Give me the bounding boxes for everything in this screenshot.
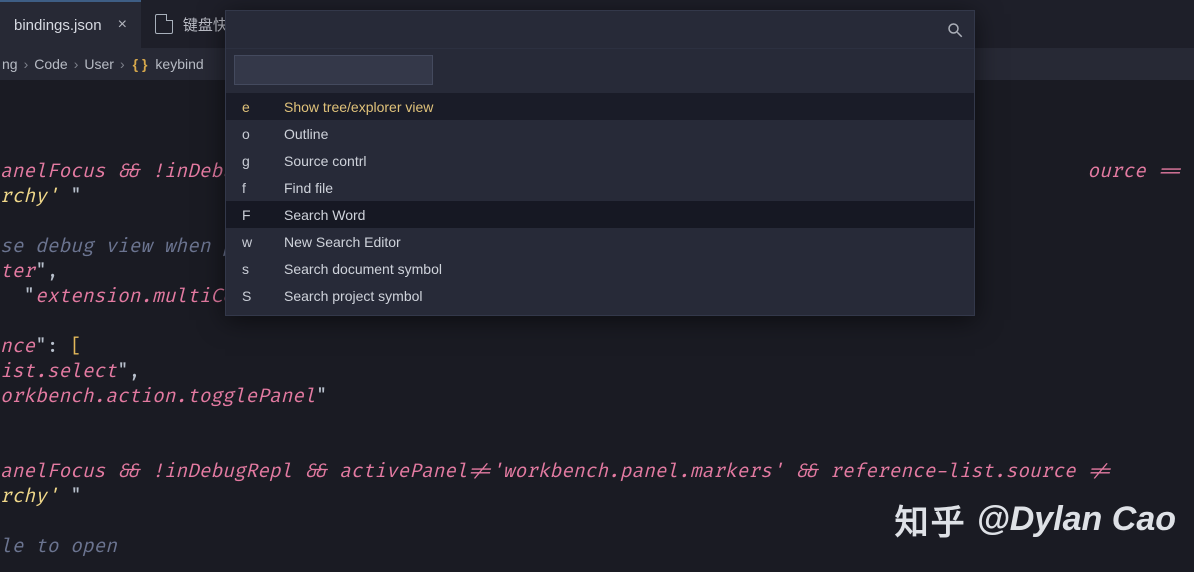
code-text: orkbench.action.togglePanel (0, 384, 316, 408)
breadcrumb-segment[interactable]: User (84, 56, 114, 72)
palette-item-key: S (242, 288, 256, 304)
search-icon (946, 21, 964, 39)
tab-label: bindings.json (14, 17, 102, 34)
code-text: ist.select (0, 359, 117, 383)
palette-item-label: Source contrl (284, 153, 366, 169)
palette-item[interactable]: o Outline (226, 120, 974, 147)
palette-item-key: s (242, 261, 256, 277)
code-text: ter (0, 259, 35, 283)
palette-item-key: g (242, 153, 256, 169)
palette-filter-input[interactable] (234, 55, 433, 85)
palette-item-label: Show tree/explorer view (284, 99, 433, 115)
palette-item-label: New Search Editor (284, 234, 401, 250)
palette-item[interactable]: g Source contrl (226, 147, 974, 174)
code-text: rchy' (0, 184, 70, 208)
code-text: anelFocus && !inDebugRepl && activePanel… (0, 459, 1111, 483)
palette-item-label: Search document symbol (284, 261, 442, 277)
palette-item[interactable]: S Search project symbol (226, 282, 974, 309)
palette-item-label: Outline (284, 126, 328, 142)
search-input[interactable] (236, 21, 946, 38)
json-icon: { } (131, 56, 150, 72)
palette-item[interactable]: w New Search Editor (226, 228, 974, 255)
palette-item[interactable]: f Find file (226, 174, 974, 201)
watermark: 知乎 @Dylan Cao (895, 495, 1176, 544)
command-palette: e Show tree/explorer view o Outline g Source … (225, 10, 975, 316)
breadcrumb-file[interactable]: keybind (155, 56, 203, 72)
palette-item[interactable]: e Show tree/explorer view (226, 93, 974, 120)
file-icon (155, 14, 173, 34)
palette-item-key: w (242, 234, 256, 250)
breadcrumb-segment[interactable]: Code (34, 56, 67, 72)
palette-item-label: Search project symbol (284, 288, 423, 304)
code-text: anelFocus && !inDebug (0, 159, 246, 183)
palette-item-key: e (242, 99, 256, 115)
palette-item-label: Search Word (284, 207, 365, 223)
palette-list: e Show tree/explorer view o Outline g Source … (226, 93, 974, 315)
zhihu-logo: 知乎 (895, 495, 967, 544)
close-icon[interactable]: × (118, 16, 127, 34)
chevron-right-icon: › (74, 56, 79, 72)
code-text: ource == (1087, 159, 1181, 183)
chevron-right-icon: › (24, 56, 29, 72)
palette-item-key: F (242, 207, 256, 223)
watermark-handle: @Dylan Cao (977, 500, 1176, 539)
code-text: rchy' (0, 484, 70, 508)
palette-item[interactable]: F Search Word (226, 201, 974, 228)
code-text: nce (0, 334, 35, 358)
code-text: se debug view when p (0, 234, 234, 258)
palette-search-row (226, 11, 974, 49)
palette-item[interactable]: s Search document symbol (226, 255, 974, 282)
code-text: extension.multiComm (35, 284, 257, 308)
chevron-right-icon: › (120, 56, 125, 72)
palette-item-key: o (242, 126, 256, 142)
tab-bindings-json[interactable]: bindings.json × (0, 0, 141, 48)
palette-item-label: Find file (284, 180, 333, 196)
breadcrumb-segment[interactable]: ng (2, 56, 18, 72)
palette-item-key: f (242, 180, 256, 196)
code-text: le to open (0, 534, 117, 558)
